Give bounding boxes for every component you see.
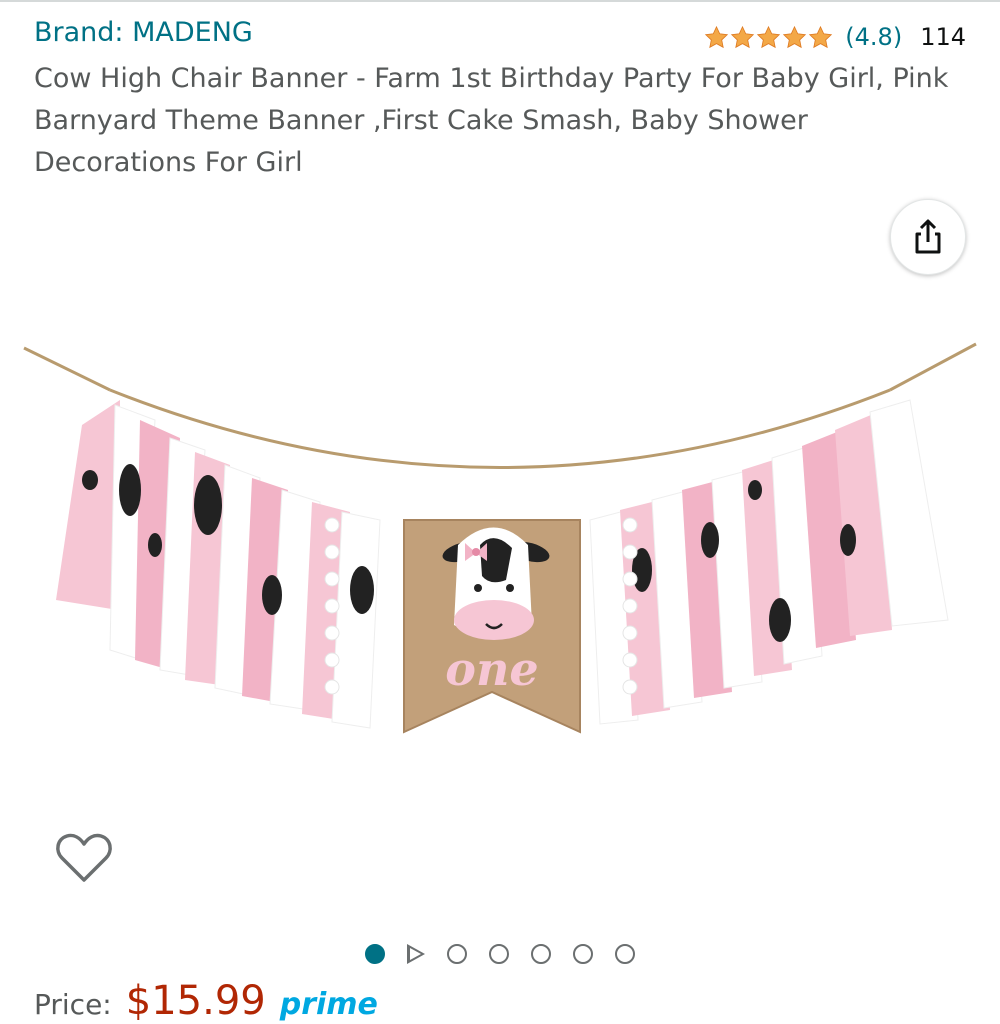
burlap-pennant: one bbox=[403, 519, 581, 734]
carousel-dot[interactable] bbox=[573, 944, 593, 964]
rating-count[interactable]: 114 bbox=[920, 23, 966, 51]
pennant-text: one bbox=[445, 642, 538, 696]
fabric-ribbons-left bbox=[56, 400, 381, 729]
image-carousel-indicators bbox=[0, 938, 1000, 970]
product-title: Cow High Chair Banner - Farm 1st Birthda… bbox=[34, 63, 949, 178]
top-divider bbox=[0, 0, 1000, 2]
star-icon bbox=[757, 25, 781, 48]
product-image[interactable]: one bbox=[20, 330, 980, 750]
carousel-dot[interactable] bbox=[615, 944, 635, 964]
twine-right bbox=[889, 342, 977, 392]
share-button[interactable] bbox=[890, 199, 966, 275]
share-icon bbox=[915, 219, 941, 254]
carousel-dot[interactable] bbox=[531, 944, 551, 964]
video-play-icon[interactable] bbox=[407, 944, 425, 964]
star-icon bbox=[809, 25, 833, 48]
carousel-dot[interactable] bbox=[489, 944, 509, 964]
star-icon bbox=[705, 25, 729, 48]
carousel-dot[interactable] bbox=[447, 944, 467, 964]
wishlist-button[interactable] bbox=[54, 830, 114, 886]
rating-summary[interactable]: (4.8) 114 bbox=[704, 18, 966, 56]
heart-icon bbox=[56, 833, 112, 882]
carousel-dot-active[interactable] bbox=[365, 944, 385, 964]
price-label: Price: bbox=[34, 988, 112, 1021]
fabric-ribbons-right bbox=[589, 399, 949, 725]
brand-link[interactable]: Brand: MADENG bbox=[34, 14, 253, 52]
prime-badge: prime bbox=[279, 987, 378, 1022]
star-icon bbox=[783, 25, 807, 48]
twine-left bbox=[23, 346, 111, 392]
price-row: Price: $15.99 prime bbox=[34, 978, 378, 1024]
star-icon bbox=[731, 25, 755, 48]
twine-center bbox=[109, 388, 891, 469]
price-amount: $15.99 bbox=[125, 978, 266, 1024]
star-rating bbox=[704, 25, 833, 50]
rating-value: (4.8) bbox=[845, 23, 903, 51]
